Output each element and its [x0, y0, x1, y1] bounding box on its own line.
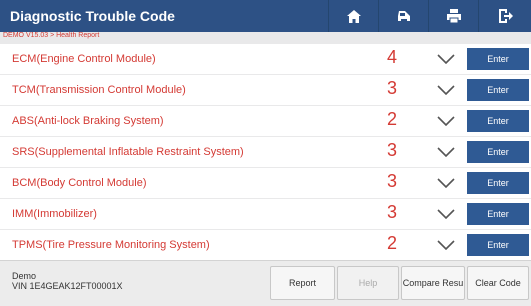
chevron-down-icon[interactable]: [437, 240, 455, 250]
home-icon: [347, 9, 361, 23]
system-name: IMM(Immobilizer): [12, 208, 97, 220]
system-name: ECM(Engine Control Module): [12, 53, 156, 65]
enter-button[interactable]: Enter: [467, 203, 529, 225]
system-row-bcm[interactable]: BCM(Body Control Module) 3 Enter: [0, 168, 531, 198]
system-row-ecm[interactable]: ECM(Engine Control Module) 4 Enter: [0, 44, 531, 74]
car-button[interactable]: [378, 0, 429, 32]
enter-button[interactable]: Enter: [467, 234, 529, 256]
enter-button[interactable]: Enter: [467, 172, 529, 194]
header-bar: Diagnostic Trouble Code: [0, 0, 531, 32]
help-button[interactable]: Help: [337, 266, 399, 300]
exit-button[interactable]: [478, 0, 531, 32]
system-name: TCM(Transmission Control Module): [12, 84, 186, 96]
chevron-down-icon[interactable]: [437, 54, 455, 64]
car-icon: [398, 11, 410, 21]
print-button[interactable]: [428, 0, 479, 32]
system-row-tpms[interactable]: TPMS(Tire Pressure Monitoring System) 2 …: [0, 230, 531, 260]
system-list: ECM(Engine Control Module) 4 Enter TCM(T…: [0, 41, 531, 260]
report-button[interactable]: Report: [270, 266, 335, 300]
enter-button[interactable]: Enter: [467, 48, 529, 70]
system-row-imm[interactable]: IMM(Immobilizer) 3 Enter: [0, 199, 531, 229]
enter-button[interactable]: Enter: [467, 110, 529, 132]
footer-bar: Demo VIN 1E4GEAK12FT00001X Report Help C…: [0, 260, 531, 306]
fault-count: 3: [387, 140, 398, 160]
fault-count: 3: [387, 78, 398, 98]
system-name: ABS(Anti-lock Braking System): [12, 115, 164, 127]
home-button[interactable]: [328, 0, 379, 32]
chevron-down-icon[interactable]: [437, 147, 455, 157]
chevron-down-icon[interactable]: [437, 116, 455, 126]
compare-results-button[interactable]: Compare Resu: [401, 266, 465, 300]
chevron-down-icon[interactable]: [437, 178, 455, 188]
system-row-srs[interactable]: SRS(Supplemental Inflatable Restraint Sy…: [0, 137, 531, 167]
system-row-abs[interactable]: ABS(Anti-lock Braking System) 2 Enter: [0, 106, 531, 136]
printer-icon: [447, 9, 461, 23]
breadcrumb: DEMO V15.03 > Health Report: [3, 32, 100, 39]
page-title: Diagnostic Trouble Code: [10, 8, 175, 24]
fault-count: 4: [387, 47, 398, 67]
system-name: TPMS(Tire Pressure Monitoring System): [12, 239, 210, 251]
system-row-tcm[interactable]: TCM(Transmission Control Module) 3 Enter: [0, 75, 531, 105]
enter-button[interactable]: Enter: [467, 79, 529, 101]
system-name: SRS(Supplemental Inflatable Restraint Sy…: [12, 146, 244, 158]
system-name: BCM(Body Control Module): [12, 177, 147, 189]
vehicle-info: Demo VIN 1E4GEAK12FT00001X: [12, 271, 123, 291]
fault-count: 3: [387, 171, 398, 191]
fault-count: 2: [387, 109, 398, 129]
exit-icon: [498, 9, 513, 23]
vehicle-vin: VIN 1E4GEAK12FT00001X: [12, 281, 123, 291]
chevron-down-icon[interactable]: [437, 85, 455, 95]
clear-code-button[interactable]: Clear Code: [467, 266, 529, 300]
enter-button[interactable]: Enter: [467, 141, 529, 163]
chevron-down-icon[interactable]: [437, 209, 455, 219]
fault-count: 2: [387, 233, 398, 253]
fault-count: 3: [387, 202, 398, 222]
vehicle-name: Demo: [12, 271, 37, 281]
